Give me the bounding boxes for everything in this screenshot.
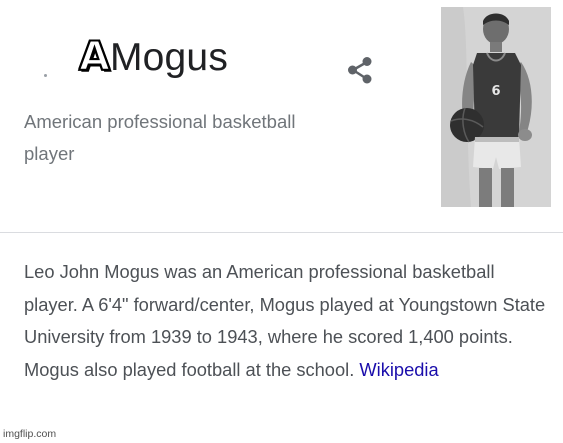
panel-subtitle: American professional basketball player [24,111,296,164]
panel-description: Leo John Mogus was an American professio… [24,256,550,386]
imgflip-watermark: imgflip.com [3,428,57,440]
wikipedia-source-link[interactable]: Wikipedia [359,359,438,380]
title-overlay-letter: A [78,34,111,80]
share-icon[interactable] [343,53,377,87]
player-photo[interactable]: 6 [441,7,551,207]
section-divider [0,232,563,233]
panel-title: A Mogus [44,34,229,94]
title-text: Mogus [109,36,229,79]
description-text: Leo John Mogus was an American professio… [24,261,546,380]
jersey-number: 6 [491,84,500,99]
